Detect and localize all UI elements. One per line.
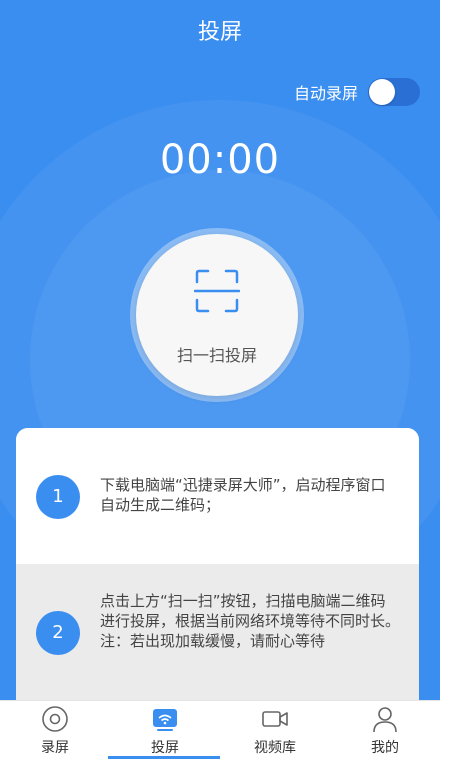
scan-cast-button[interactable]: 扫一扫投屏 xyxy=(136,234,298,396)
step-item: 2 点击上方“扫一扫”按钮，扫描电脑端二维码进行投屏，根据当前网络环境等待不同时… xyxy=(16,564,419,718)
scan-button-label: 扫一扫投屏 xyxy=(176,346,257,365)
step-text: 点击上方“扫一扫”按钮，扫描电脑端二维码进行投屏，根据当前网络环境等待不同时长。… xyxy=(100,592,401,650)
page-title: 投屏 xyxy=(197,20,242,45)
video-icon xyxy=(262,711,288,727)
step-number-badge: 2 xyxy=(36,611,80,655)
edge-strip xyxy=(440,0,449,772)
record-icon xyxy=(42,706,68,732)
auto-record-toggle[interactable] xyxy=(368,78,420,106)
tab-label: 录屏 xyxy=(41,740,69,756)
tab-mine[interactable]: 我的 xyxy=(330,701,440,772)
tab-label: 投屏 xyxy=(151,740,179,756)
user-icon xyxy=(373,707,397,733)
tab-label: 视频库 xyxy=(254,740,296,756)
tab-cast[interactable]: 投屏 xyxy=(110,701,220,772)
auto-record-row: 自动录屏 xyxy=(294,78,420,106)
record-timer: 00:00 xyxy=(159,137,281,183)
step-number-badge: 1 xyxy=(36,475,80,519)
step-item: 1 下载电脑端“迅捷录屏大师”，启动程序窗口自动生成二维码； xyxy=(16,428,419,564)
tab-video-library[interactable]: 视频库 xyxy=(220,701,330,772)
tab-label: 我的 xyxy=(371,740,399,756)
active-tab-indicator xyxy=(108,756,220,759)
toggle-knob xyxy=(369,79,395,105)
scan-icon xyxy=(194,269,240,313)
tab-record[interactable]: 录屏 xyxy=(0,701,110,772)
instructions-card: 1 下载电脑端“迅捷录屏大师”，启动程序窗口自动生成二维码； 2 点击上方“扫一… xyxy=(16,428,419,718)
app-screen: 投屏 自动录屏 00:00 扫一扫投屏 1 下载电脑端“迅捷录屏大师”，启动程序… xyxy=(0,0,440,772)
auto-record-label: 自动录屏 xyxy=(293,84,358,103)
bottom-tab-bar: 录屏 投屏 视频库 我的 xyxy=(0,700,440,772)
cast-icon xyxy=(153,709,177,731)
step-text: 下载电脑端“迅捷录屏大师”，启动程序窗口自动生成二维码； xyxy=(100,476,386,514)
